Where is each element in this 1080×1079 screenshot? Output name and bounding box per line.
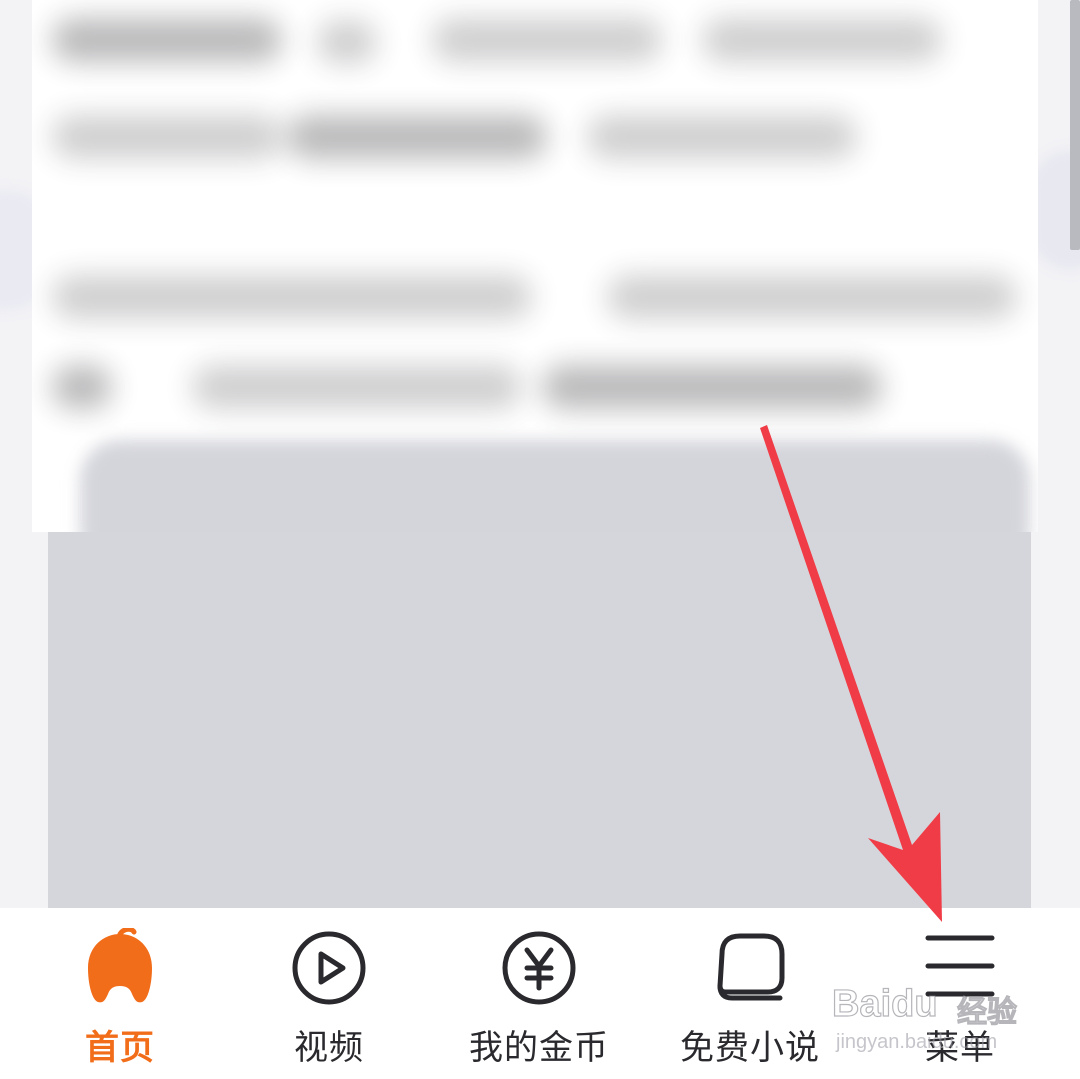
play-circle-icon xyxy=(292,931,366,1005)
blurred-text-line xyxy=(52,115,282,159)
tab-menu-label: 菜单 xyxy=(925,1028,995,1068)
blurred-text-line xyxy=(587,115,857,159)
tab-novel-label: 免费小说 xyxy=(680,1028,820,1068)
tab-home[interactable]: 首页 xyxy=(20,928,220,1068)
tab-home-label: 首页 xyxy=(85,1028,155,1068)
home-icon xyxy=(88,928,152,1003)
blurred-content-card xyxy=(32,0,1038,532)
book-icon xyxy=(717,933,785,1001)
blurred-text-line xyxy=(432,18,662,62)
blurred-text-line xyxy=(192,365,522,409)
hamburger-menu-icon xyxy=(925,935,995,997)
tab-coins[interactable]: 我的金币 xyxy=(439,928,639,1068)
yen-coin-icon xyxy=(502,931,576,1005)
tab-novel[interactable]: 免费小说 xyxy=(650,928,850,1068)
tab-coins-label: 我的金币 xyxy=(469,1028,609,1068)
blurred-text-line xyxy=(52,365,112,409)
blurred-panel xyxy=(80,440,1030,532)
blurred-text-line xyxy=(607,275,1017,319)
blurred-text-line xyxy=(287,115,547,159)
tab-menu[interactable]: 菜单 xyxy=(860,928,1060,1068)
blurred-text-line xyxy=(542,365,882,409)
scrollbar[interactable] xyxy=(1070,0,1080,250)
blurred-text-line xyxy=(317,20,377,64)
bottom-tab-bar: 首页 视频 我的金币 免费小说 菜单 xyxy=(0,908,1080,1079)
blurred-text-line xyxy=(702,18,942,62)
tab-video-label: 视频 xyxy=(294,1028,364,1068)
content-placeholder xyxy=(48,532,1031,908)
tab-video[interactable]: 视频 xyxy=(229,928,429,1068)
screenshot-stage: 首页 视频 我的金币 免费小说 菜单 Baidu 经验 jingyan.baid… xyxy=(0,0,1080,1079)
blurred-text-line xyxy=(52,275,532,319)
blurred-text-line xyxy=(52,18,282,62)
